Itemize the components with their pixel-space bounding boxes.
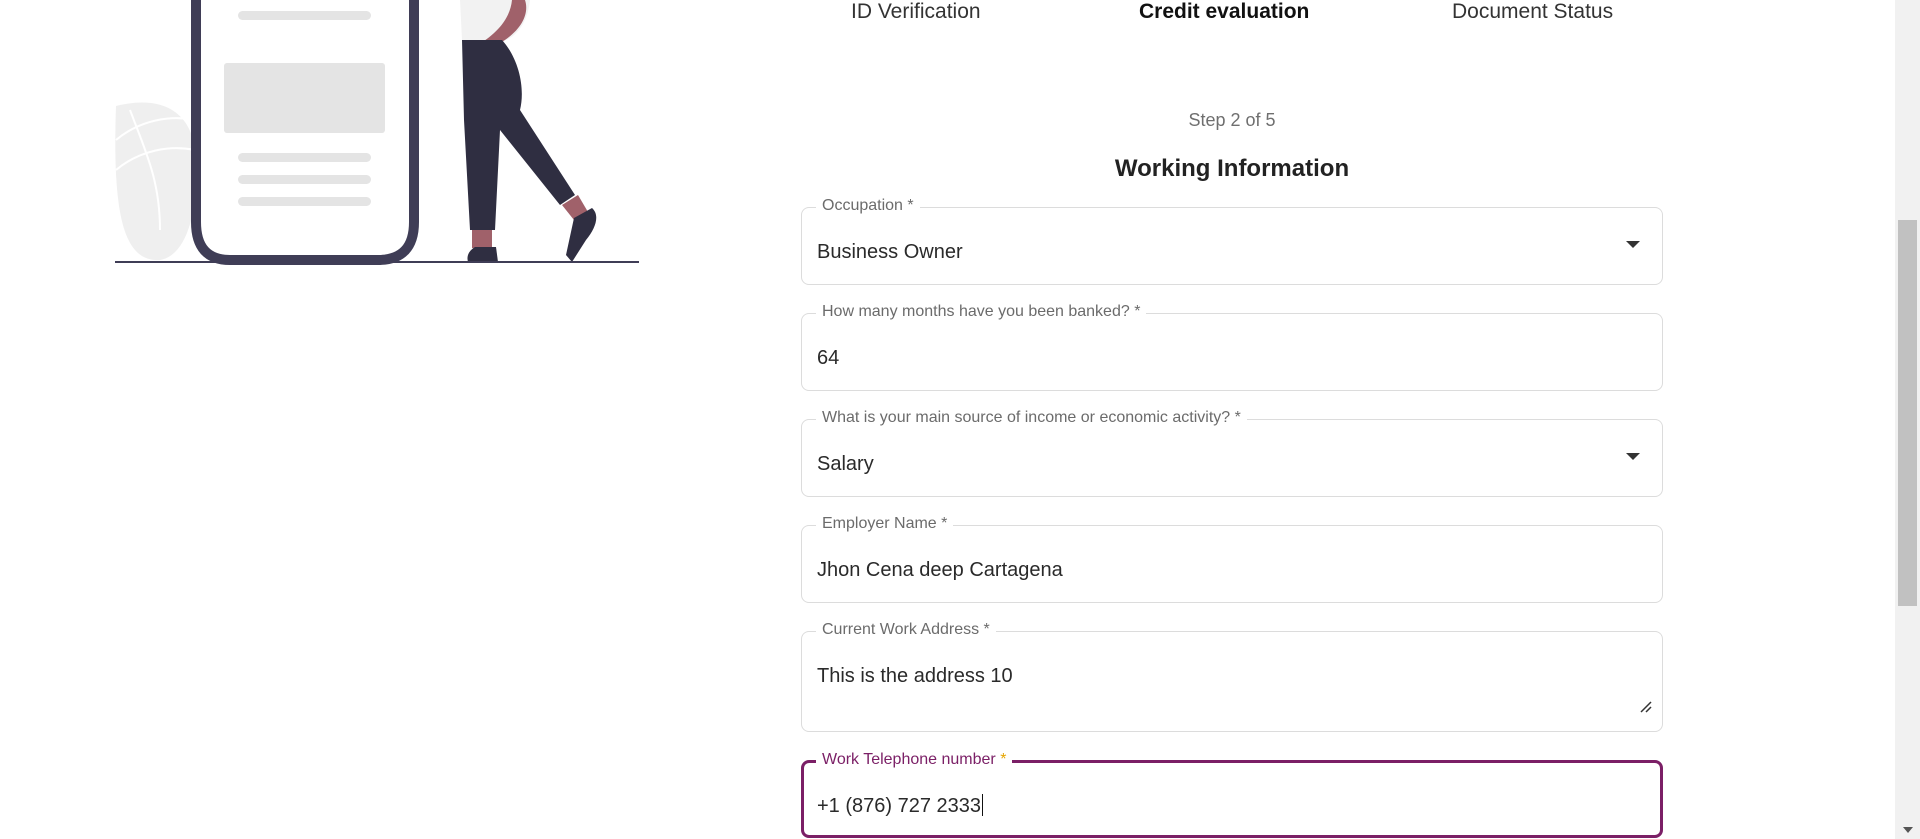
scrollbar-thumb[interactable] [1898, 220, 1917, 606]
work-phone-value: +1 (876) 727 2333 [817, 794, 984, 817]
section-title: Working Information [1114, 155, 1350, 182]
resize-handle-icon[interactable] [1638, 699, 1652, 713]
work-phone-input[interactable]: Work Telephone number * +1 (876) 727 233… [801, 751, 1663, 838]
work-address-textarea[interactable]: Current Work Address * This is the addre… [801, 621, 1663, 732]
months-banked-input[interactable]: How many months have you been banked? * … [801, 303, 1663, 391]
income-source-value: Salary [817, 453, 874, 475]
tab-credit-evaluation[interactable]: Credit evaluation [1139, 0, 1309, 24]
income-source-select[interactable]: What is your main source of income or ec… [801, 409, 1663, 497]
income-source-label: What is your main source of income or ec… [816, 409, 1247, 427]
scroll-down-arrow-icon[interactable] [1903, 827, 1913, 833]
page-scrollbar[interactable] [1895, 0, 1920, 839]
work-address-label: Current Work Address * [816, 621, 996, 639]
employer-name-value: Jhon Cena deep Cartagena [817, 559, 1063, 581]
plant-icon [115, 102, 197, 261]
person-figure-icon [460, 0, 597, 262]
chevron-down-icon[interactable] [1626, 241, 1640, 248]
employer-name-label: Employer Name * [816, 515, 954, 533]
hero-illustration [115, 0, 639, 265]
phone-icon [191, 0, 419, 265]
tab-id-verification[interactable]: ID Verification [851, 0, 981, 24]
step-counter: Step 2 of 5 [1188, 110, 1276, 130]
employer-name-input[interactable]: Employer Name * Jhon Cena deep Cartagena [801, 515, 1663, 603]
occupation-value: Business Owner [817, 241, 963, 263]
occupation-label: Occupation * [816, 197, 920, 215]
months-banked-label: How many months have you been banked? * [816, 303, 1147, 321]
tab-document-status[interactable]: Document Status [1452, 0, 1613, 24]
occupation-select[interactable]: Occupation * Business Owner [801, 197, 1663, 285]
required-mark: * [1000, 751, 1007, 768]
text-cursor [982, 794, 984, 816]
chevron-down-icon[interactable] [1626, 453, 1640, 460]
work-phone-label: Work Telephone number * [816, 751, 1013, 769]
months-banked-value: 64 [817, 347, 840, 369]
work-address-value: This is the address 10 [817, 665, 1013, 687]
stepper: ID Verification Credit evaluation Docume… [800, 0, 1680, 40]
